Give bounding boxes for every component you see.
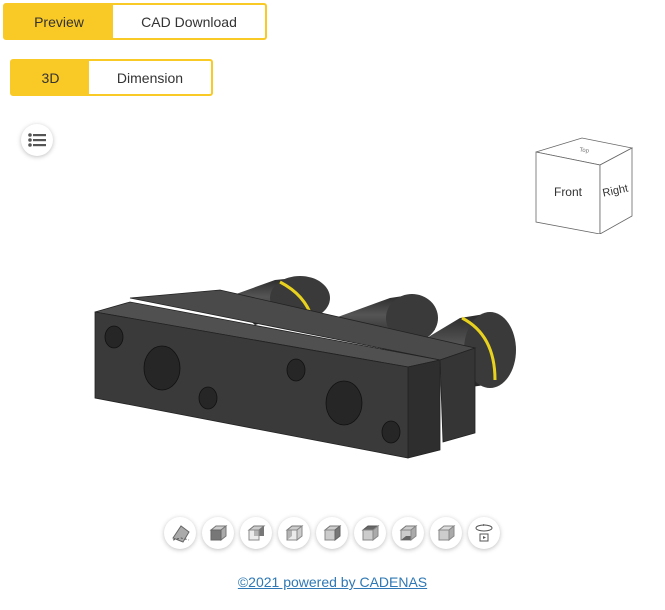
left-view-button[interactable] — [278, 517, 310, 549]
back-view-icon — [247, 525, 266, 541]
right-view-icon — [323, 524, 342, 542]
tab-dimension[interactable]: Dimension — [89, 61, 211, 94]
cadenas-link[interactable]: ©2021 powered by CADENAS — [238, 574, 427, 590]
cad-model-viewport[interactable] — [90, 270, 530, 470]
tab-3d[interactable]: 3D — [12, 61, 89, 94]
isometric-view-icon — [172, 525, 190, 543]
fit-view-button[interactable] — [430, 517, 462, 549]
back-view-button[interactable] — [240, 517, 272, 549]
fit-view-icon — [437, 524, 456, 542]
bottom-view-icon — [399, 524, 418, 542]
list-icon — [28, 133, 46, 147]
menu-button[interactable] — [21, 124, 53, 156]
top-view-icon — [361, 524, 380, 542]
top-view-button[interactable] — [354, 517, 386, 549]
view-tabs: 3D Dimension — [10, 59, 213, 96]
front-view-button[interactable] — [202, 517, 234, 549]
isometric-view-button[interactable] — [164, 517, 196, 549]
bottom-view-button[interactable] — [392, 517, 424, 549]
rotate-animation-icon — [475, 524, 493, 542]
rotate-animation-button[interactable] — [468, 517, 500, 549]
right-view-button[interactable] — [316, 517, 348, 549]
tab-cad-download[interactable]: CAD Download — [113, 5, 265, 38]
left-view-icon — [285, 524, 304, 542]
view-toolbar — [164, 517, 500, 549]
footer: ©2021 powered by CADENAS — [0, 574, 665, 590]
view-cube[interactable]: Front Right Top — [532, 134, 636, 234]
main-tabs: Preview CAD Download — [3, 3, 267, 40]
cube-front-label: Front — [554, 185, 583, 199]
front-view-icon — [209, 524, 228, 542]
tab-preview[interactable]: Preview — [5, 5, 113, 38]
